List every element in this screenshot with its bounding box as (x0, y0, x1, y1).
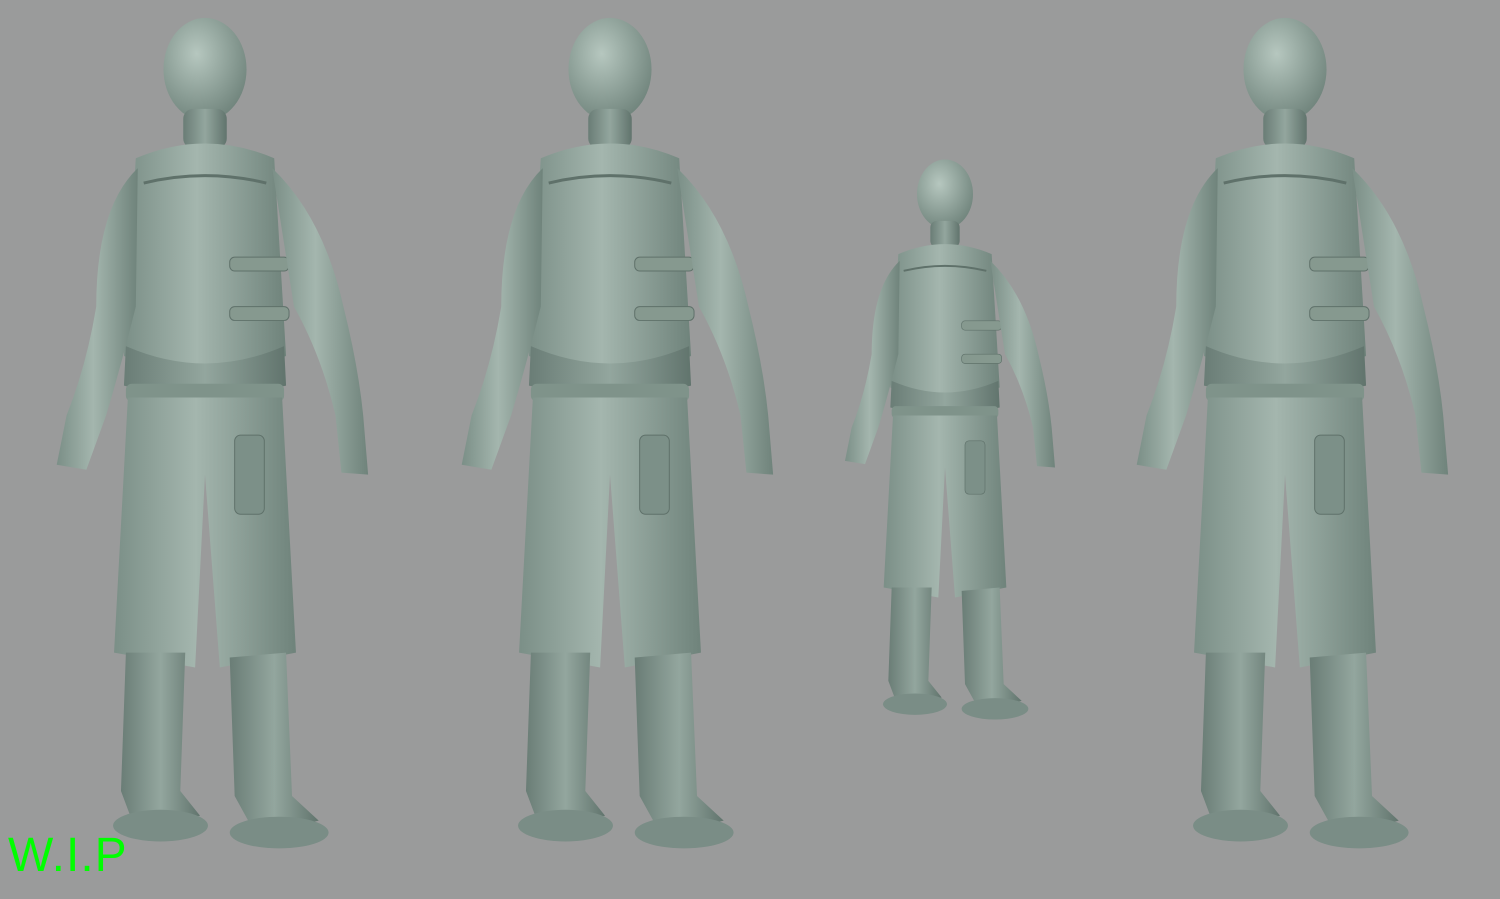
sculpt-render-canvas (0, 0, 1500, 894)
wip-label: W.I.P (8, 829, 128, 882)
turnaround-render (55, 16, 1450, 851)
figure-back-three-quarter (1134, 16, 1450, 851)
figure-front-three-quarter (55, 16, 370, 850)
figure-side (843, 158, 1057, 721)
figure-front (459, 16, 775, 851)
